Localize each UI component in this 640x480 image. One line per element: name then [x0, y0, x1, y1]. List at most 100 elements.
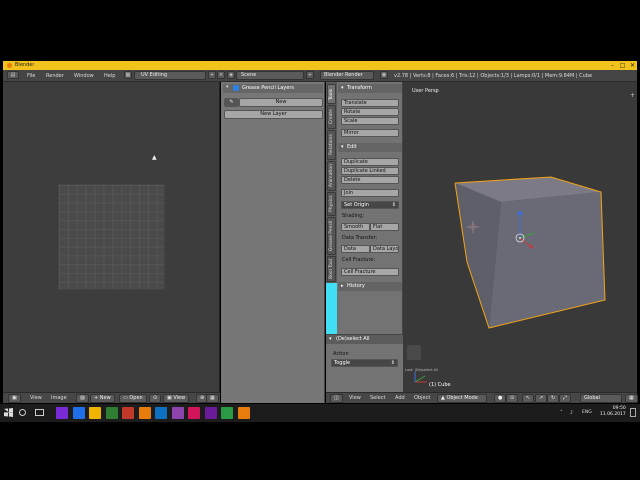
duplicate-linked-button[interactable]: Duplicate Linked	[341, 167, 399, 175]
data-button[interactable]: Data	[341, 245, 370, 253]
image-open-button[interactable]: ▭ Open	[119, 394, 147, 403]
orientation-select[interactable]: Global	[580, 394, 622, 403]
tab-tools[interactable]: Tools	[327, 84, 336, 104]
notifications-icon[interactable]	[630, 408, 636, 417]
menu-help[interactable]: Help	[104, 73, 115, 79]
taskbar-app-icon[interactable]	[237, 407, 250, 419]
delete-button[interactable]: Delete	[341, 176, 399, 184]
start-icon[interactable]	[4, 408, 13, 417]
editor-type-icon[interactable]: ◫	[330, 394, 343, 403]
pencil-icon[interactable]: ✎	[224, 98, 239, 107]
layers-icon[interactable]: ▦	[625, 394, 638, 403]
minimize-icon[interactable]: –	[608, 61, 617, 70]
taskbar-app-icon[interactable]	[89, 407, 101, 419]
screen-remove-icon[interactable]: ×	[217, 71, 225, 79]
taskbar-app-icon[interactable]	[72, 407, 85, 419]
pivot-icon[interactable]: ⊙	[149, 394, 162, 403]
tray-arrow-icon[interactable]: ˄	[560, 410, 563, 416]
scale-manip-icon[interactable]: ⤢	[559, 394, 572, 403]
taskbar-app-icon[interactable]	[122, 407, 134, 419]
grease-pencil-new-button[interactable]: New	[239, 98, 323, 107]
taskbar-app-icon[interactable]	[221, 407, 233, 419]
3d-viewport[interactable]: User Persp + Last: (De)select All (1) Cu…	[403, 82, 637, 392]
new-layer-button[interactable]: New Layer	[224, 110, 323, 119]
action-select[interactable]: Toggle ⇕	[331, 359, 398, 367]
editor-type-icon[interactable]: ▤	[7, 71, 19, 79]
collapse-icon[interactable]: ▾	[226, 84, 229, 90]
screen-layout-select[interactable]: UV Editing	[134, 71, 206, 80]
system-clock[interactable]: 09:50 11.06.2017	[600, 406, 626, 418]
join-button[interactable]: Join	[341, 189, 399, 197]
uv-grid[interactable]	[58, 184, 165, 290]
tab-physics[interactable]: Physics	[327, 192, 336, 216]
flat-button[interactable]: Flat	[370, 223, 399, 231]
translate-manip-icon[interactable]: ↗	[535, 394, 548, 403]
uv-menu-view[interactable]: View	[30, 395, 42, 403]
tab-animation[interactable]: Animation	[327, 161, 336, 191]
grease-pencil-header[interactable]: ▾ Grease Pencil Layers	[223, 84, 323, 93]
scene-icon[interactable]: ◈	[227, 71, 235, 79]
taskbar-app-icon[interactable]	[138, 407, 151, 419]
taskbar-app-icon[interactable]	[155, 407, 167, 419]
maximize-icon[interactable]: □	[618, 61, 627, 70]
tab-relations[interactable]: Relations	[327, 130, 336, 160]
operator-panel: ▾ (De)select All Action Toggle ⇕	[326, 334, 403, 392]
image-browse-icon[interactable]: ▨	[76, 394, 89, 403]
vp-menu-add[interactable]: Add	[395, 395, 405, 403]
rotate-button[interactable]: Rotate	[341, 108, 399, 116]
pivot-point-icon[interactable]: ⊙	[506, 394, 519, 403]
search-icon[interactable]	[19, 409, 26, 416]
taskbar-app-icon[interactable]	[56, 407, 68, 419]
tab-create[interactable]: Create	[327, 105, 336, 129]
scene-add-icon[interactable]: +	[306, 71, 314, 79]
data-layout-button[interactable]: Data Layo	[370, 245, 399, 253]
set-origin-select[interactable]: Set Origin ⇕	[341, 201, 399, 209]
smooth-button[interactable]: Smooth	[341, 223, 370, 231]
vp-menu-select[interactable]: Select	[370, 395, 385, 403]
taskbar-app-icon[interactable]	[188, 407, 200, 419]
menu-file[interactable]: File	[27, 73, 35, 79]
render-engine-select[interactable]: Blender Render	[320, 71, 374, 80]
viewport-scene	[407, 176, 606, 383]
last-operator-label: Last: (De)select All	[405, 368, 439, 372]
taskbar-app-icon[interactable]	[105, 407, 118, 419]
menu-render[interactable]: Render	[46, 73, 64, 79]
image-new-button[interactable]: + New	[90, 394, 115, 403]
render-slot-icon[interactable]: ▦	[206, 394, 219, 403]
edit-panel-header[interactable]: ▾ Edit	[338, 143, 402, 152]
operator-panel-header[interactable]: ▾ (De)select All	[326, 335, 403, 344]
mode-select[interactable]: ▲ Object Mode	[437, 394, 487, 403]
data-transfer-label: Data Transfer:	[342, 235, 378, 241]
uv-menu-image[interactable]: Image	[51, 395, 67, 403]
history-panel-header[interactable]: ▸ History	[338, 282, 402, 291]
menu-window[interactable]: Window	[74, 73, 94, 79]
blender-logo-icon	[7, 63, 12, 68]
taskbar-app-icon[interactable]	[171, 407, 184, 419]
vp-menu-view[interactable]: View	[349, 395, 361, 403]
translate-button[interactable]: Translate	[341, 99, 399, 107]
mode-label: Object Mode	[446, 395, 478, 401]
vp-menu-object[interactable]: Object	[414, 395, 430, 403]
tab-bool-tool[interactable]: Bool Tool	[327, 256, 336, 282]
image-new-label: New	[99, 395, 111, 401]
screen-layout-icon[interactable]: ▦	[124, 71, 132, 79]
taskbar-app-icon[interactable]	[204, 407, 217, 419]
duplicate-button[interactable]: Duplicate	[341, 158, 399, 166]
checkbox-icon[interactable]	[233, 85, 239, 91]
manipulator-icon[interactable]: ↖	[522, 394, 535, 403]
tab-grease-pencil[interactable]: Grease Pencil	[327, 217, 336, 255]
transform-panel-header[interactable]: ▾ Transform	[338, 84, 402, 93]
scale-button[interactable]: Scale	[341, 117, 399, 125]
volume-icon[interactable]: ♪	[570, 410, 573, 416]
mirror-button[interactable]: Mirror	[341, 129, 399, 137]
screen-add-icon[interactable]: +	[208, 71, 216, 79]
view-select[interactable]: ▣ View	[163, 394, 190, 403]
close-icon[interactable]: ✕	[628, 61, 637, 70]
task-view-icon[interactable]	[35, 409, 44, 416]
cell-fracture-button[interactable]: Cell Fracture	[341, 268, 399, 276]
editor-type-icon[interactable]: ▣	[8, 394, 21, 403]
shading-icon[interactable]: ●	[494, 394, 507, 403]
scene-select[interactable]: Scene	[236, 71, 304, 80]
rotate-manip-icon[interactable]: ↻	[547, 394, 560, 403]
input-language[interactable]: ENG	[582, 410, 592, 415]
